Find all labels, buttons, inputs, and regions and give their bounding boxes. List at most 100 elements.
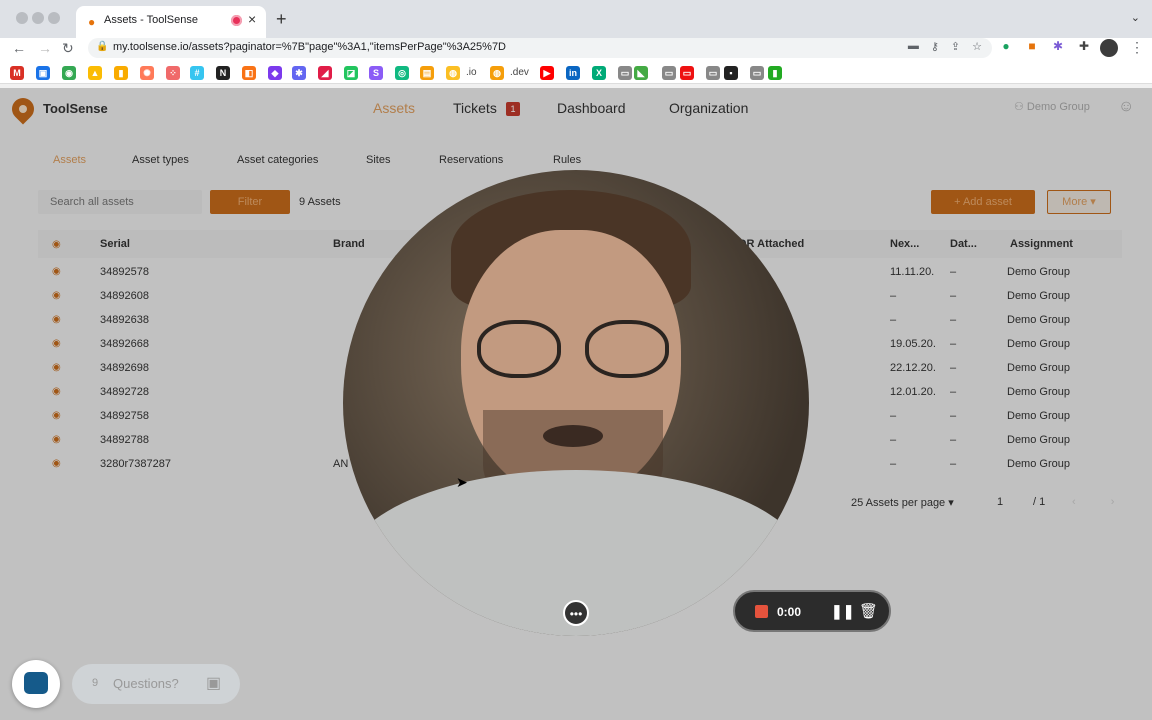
profile-avatar[interactable]: [1100, 39, 1118, 57]
per-page-select[interactable]: 25 Assets per page ▾: [851, 496, 954, 509]
bookmark-icon[interactable]: ◎: [395, 66, 409, 80]
folder-icon[interactable]: ▭: [750, 66, 764, 80]
org-switcher[interactable]: ⚇ Demo Group: [1014, 100, 1090, 113]
puzzle-icon[interactable]: ✚: [1076, 39, 1092, 53]
bookmark-icon[interactable]: ▮: [768, 66, 782, 80]
bookmark-icon[interactable]: ▭: [680, 66, 694, 80]
nav-assets[interactable]: Assets: [373, 100, 415, 116]
col-assignment[interactable]: Assignment: [1010, 238, 1073, 250]
bookmark-io[interactable]: .io: [466, 67, 477, 78]
folder-icon[interactable]: ▭: [706, 66, 720, 80]
window-close-button[interactable]: [16, 12, 28, 24]
cell-assignment: Demo Group: [1007, 386, 1070, 398]
nav-organization[interactable]: Organization: [669, 100, 748, 116]
add-asset-button[interactable]: + Add asset: [931, 190, 1035, 214]
extension-gear-icon[interactable]: ✱: [1050, 39, 1066, 53]
subnav-asset-types[interactable]: Asset types: [132, 154, 189, 166]
bookmark-icon[interactable]: S: [369, 66, 383, 80]
window-minimize-button[interactable]: [32, 12, 44, 24]
tab-search-icon[interactable]: ⌄: [1131, 11, 1140, 24]
bookmark-icon[interactable]: ▤: [420, 66, 434, 80]
trash-icon[interactable]: 🗑: [859, 602, 878, 620]
bookmark-icon[interactable]: ◍: [446, 66, 460, 80]
page-number[interactable]: 1: [997, 496, 1003, 508]
subnav-rules[interactable]: Rules: [553, 154, 581, 166]
grammarly-extension-icon[interactable]: ●: [998, 39, 1014, 53]
eye-icon[interactable]: ◉: [52, 362, 61, 373]
bookmark-icon[interactable]: X: [592, 66, 606, 80]
back-icon[interactable]: ←: [12, 40, 26, 56]
nav-dashboard[interactable]: Dashboard: [557, 100, 626, 116]
share-icon[interactable]: ⇪: [951, 40, 960, 53]
notion-bookmark-icon[interactable]: N: [216, 66, 230, 80]
bookmark-icon[interactable]: ▪: [724, 66, 738, 80]
asana-bookmark-icon[interactable]: ⁘: [166, 66, 180, 80]
chat-launcher-button[interactable]: [12, 660, 60, 708]
analytics-bookmark-icon[interactable]: ▮: [114, 66, 128, 80]
nav-tickets[interactable]: Tickets: [453, 100, 497, 116]
new-tab-button[interactable]: +: [276, 9, 287, 30]
bookmark-icon[interactable]: ◣: [634, 66, 648, 80]
bookmark-icon[interactable]: ◢: [318, 66, 332, 80]
reload-icon[interactable]: ↻: [62, 40, 74, 57]
more-button[interactable]: More ▾: [1047, 190, 1111, 214]
bookmark-icon[interactable]: ◆: [268, 66, 282, 80]
eye-icon[interactable]: ◉: [52, 410, 61, 421]
forward-icon[interactable]: →: [38, 40, 52, 56]
bookmark-icon[interactable]: ✱: [292, 66, 306, 80]
cell-date: –: [950, 458, 957, 470]
camera-icon[interactable]: ▬: [908, 40, 919, 53]
hubspot-bookmark-icon[interactable]: ✺: [140, 66, 154, 80]
slack-bookmark-icon[interactable]: #: [190, 66, 204, 80]
youtube-bookmark-icon[interactable]: ▶: [540, 66, 554, 80]
col-serial[interactable]: Serial: [100, 238, 130, 250]
subnav-reservations[interactable]: Reservations: [439, 154, 503, 166]
omnibox-actions: ▬ ⚷ ⇪ ☆: [908, 40, 982, 53]
eye-icon[interactable]: ◉: [52, 434, 61, 445]
subnav-assets[interactable]: Assets: [53, 154, 86, 166]
stop-recording-button[interactable]: [755, 605, 768, 618]
eye-icon[interactable]: ◉: [52, 290, 61, 301]
calendar-bookmark-icon[interactable]: ▣: [36, 66, 50, 80]
eye-icon[interactable]: ◉: [52, 239, 61, 250]
key-icon[interactable]: ⚷: [931, 40, 939, 53]
filter-button[interactable]: Filter: [210, 190, 290, 214]
bookmark-icon[interactable]: ◪: [344, 66, 358, 80]
webcam-options-button[interactable]: •••: [563, 600, 589, 626]
subnav-sites[interactable]: Sites: [366, 154, 390, 166]
browser-menu-icon[interactable]: ⋮: [1130, 39, 1144, 56]
window-zoom-button[interactable]: [48, 12, 60, 24]
extension-icon[interactable]: ■: [1024, 39, 1040, 53]
tab-close-icon[interactable]: ×: [248, 11, 256, 27]
star-icon[interactable]: ☆: [972, 40, 982, 53]
user-icon[interactable]: ☺: [1118, 98, 1134, 116]
eye-icon[interactable]: ◉: [52, 314, 61, 325]
browser-tab[interactable]: ● Assets - ToolSense ×: [76, 6, 266, 38]
col-brand[interactable]: Brand: [333, 238, 365, 250]
bookmark-dev[interactable]: .dev: [510, 67, 529, 78]
eye-icon[interactable]: ◉: [52, 458, 61, 469]
subnav-asset-categories[interactable]: Asset categories: [237, 154, 318, 166]
webcam-bubble[interactable]: [343, 170, 809, 636]
folder-icon[interactable]: ▭: [662, 66, 676, 80]
gmail-bookmark-icon[interactable]: M: [10, 66, 24, 80]
pager-arrows[interactable]: ‹ ›: [1072, 496, 1130, 508]
bookmark-icon[interactable]: ◍: [490, 66, 504, 80]
address-bar[interactable]: 🔒 my.toolsense.io/assets?paginator=%7B"p…: [88, 38, 992, 58]
eye-icon[interactable]: ◉: [52, 266, 61, 277]
col-next[interactable]: Nex...: [890, 238, 919, 250]
col-date[interactable]: Dat...: [950, 238, 977, 250]
linkedin-bookmark-icon[interactable]: in: [566, 66, 580, 80]
bookmark-icon[interactable]: ◧: [242, 66, 256, 80]
cell-next: 12.01.20.: [890, 386, 936, 398]
drive-bookmark-icon[interactable]: ▲: [88, 66, 102, 80]
eye-icon[interactable]: ◉: [52, 386, 61, 397]
pause-icon[interactable]: ❚❚: [831, 603, 854, 620]
search-input[interactable]: [38, 190, 202, 214]
folder-icon[interactable]: ▭: [618, 66, 632, 80]
maps-bookmark-icon[interactable]: ◉: [62, 66, 76, 80]
cell-serial: 34892788: [100, 434, 149, 446]
questions-widget[interactable]: 9 Questions? ▣: [72, 664, 240, 704]
eye-icon[interactable]: ◉: [52, 338, 61, 349]
tab-title: Assets - ToolSense: [104, 14, 198, 26]
